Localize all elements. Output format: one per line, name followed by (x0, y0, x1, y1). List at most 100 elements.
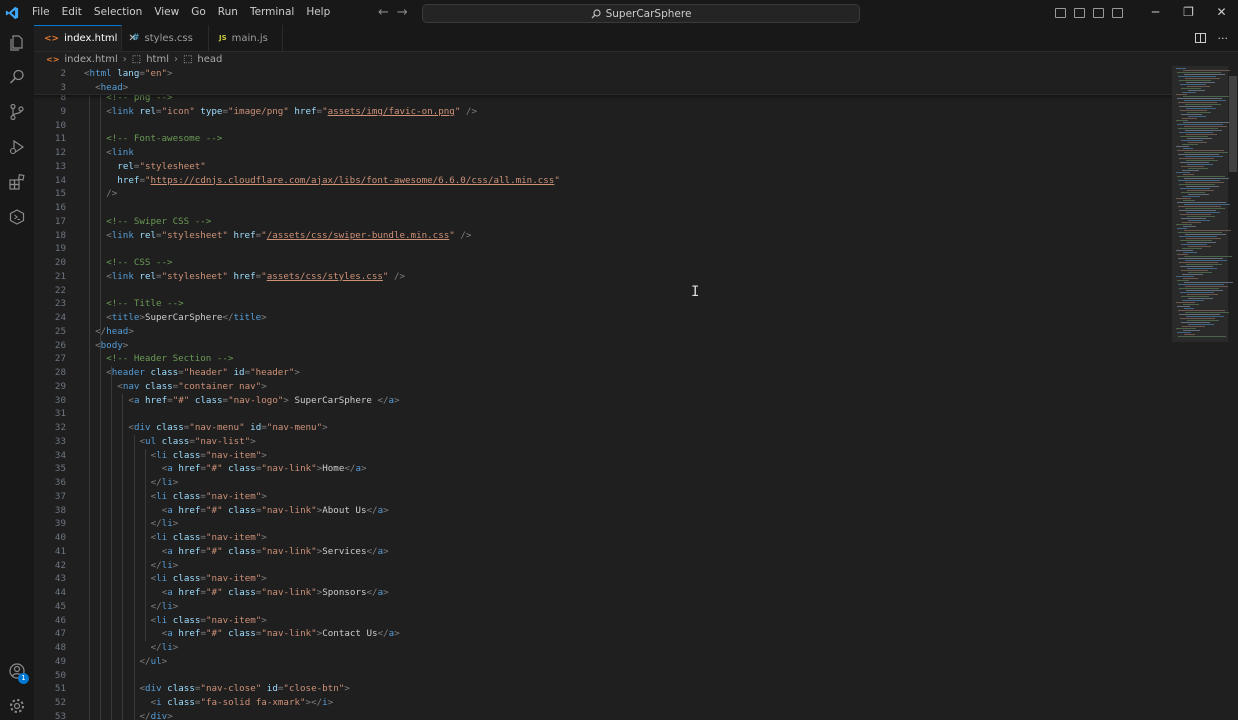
minimap-line (1185, 156, 1223, 157)
menu-selection[interactable]: Selection (88, 0, 148, 25)
sticky-scroll-header[interactable]: 2 <html lang="en"> 3 <head> (34, 66, 1172, 95)
breadcrumb-node-html[interactable]: html (146, 54, 169, 65)
code-line[interactable]: 24 <title>SuperCarSphere</title> (34, 311, 1172, 325)
code-line[interactable]: 52 <i class="fa-solid fa-xmark"></i> (34, 696, 1172, 710)
code-line[interactable]: 10 (34, 119, 1172, 133)
run-debug-icon[interactable] (0, 130, 34, 164)
breadcrumb-file[interactable]: index.html (64, 54, 117, 65)
tab-index-html[interactable]: <> index.html ✕ (34, 25, 137, 51)
code-line[interactable]: 2 <html lang="en"> (34, 67, 1172, 81)
customize-layout-icon[interactable] (1112, 7, 1123, 18)
code-line[interactable]: 3 <head> (34, 81, 1172, 95)
toggle-secondary-sidebar-icon[interactable] (1093, 7, 1104, 18)
code-line[interactable]: 48 </li> (34, 641, 1172, 655)
code-line[interactable]: 17 <!-- Swiper CSS --> (34, 215, 1172, 229)
code-line[interactable]: 16 (34, 201, 1172, 215)
code-line[interactable]: 53 </div> (34, 710, 1172, 720)
accounts-icon[interactable]: 1 (0, 654, 34, 688)
code-line[interactable]: 15 /> (34, 187, 1172, 201)
code-line[interactable]: 23 <!-- Title --> (34, 297, 1172, 311)
menu-run[interactable]: Run (212, 0, 244, 25)
code-line[interactable]: 39 </li> (34, 517, 1172, 531)
scrollbar-thumb[interactable] (1229, 76, 1237, 172)
code-line[interactable]: 26 <body> (34, 339, 1172, 353)
maximize-button[interactable]: ❐ (1172, 0, 1205, 25)
breadcrumb-node-head[interactable]: head (197, 54, 222, 65)
line-number: 41 (54, 545, 66, 557)
code-line[interactable]: 34 <li class="nav-item"> (34, 449, 1172, 463)
code-line[interactable]: 41 <a href="#" class="nav-link">Services<… (34, 545, 1172, 559)
code-line[interactable]: 29 <nav class="container nav"> (34, 380, 1172, 394)
remote-explorer-icon[interactable] (0, 200, 34, 234)
menu-view[interactable]: View (148, 0, 185, 25)
menu-help[interactable]: Help (300, 0, 336, 25)
code-line[interactable]: 14 href="https://cdnjs.cloudflare.com/aja… (34, 174, 1172, 188)
extensions-icon[interactable] (0, 165, 34, 199)
tab-main-js[interactable]: JS main.js (209, 25, 283, 51)
manage-gear-icon[interactable] (0, 689, 34, 720)
code-line[interactable]: 35 <a href="#" class="nav-link">Home</a> (34, 462, 1172, 476)
menu-edit[interactable]: Edit (56, 0, 88, 25)
code-line[interactable]: 42 </li> (34, 559, 1172, 573)
code-line[interactable]: 22 (34, 284, 1172, 298)
code-line[interactable]: 21 <link rel="stylesheet" href="assets/cs… (34, 270, 1172, 284)
code-line[interactable]: 33 <ul class="nav-list"> (34, 435, 1172, 449)
code-line[interactable]: 18 <link rel="stylesheet" href="/assets/c… (34, 229, 1172, 243)
code-line[interactable]: 51 <div class="nav-close" id="close-btn"> (34, 682, 1172, 696)
tab-styles-css[interactable]: # styles.css (122, 25, 209, 51)
forward-arrow-icon[interactable]: → (397, 5, 408, 20)
code-line[interactable]: 19 (34, 242, 1172, 256)
source-control-icon[interactable] (0, 95, 34, 129)
minimize-button[interactable]: ─ (1139, 0, 1172, 25)
code-line[interactable]: 50 (34, 669, 1172, 683)
minimap-line (1184, 126, 1227, 127)
code-line[interactable]: 25</head> (34, 325, 1172, 339)
code-line[interactable]: 45 </li> (34, 600, 1172, 614)
close-window-button[interactable]: ✕ (1205, 0, 1238, 25)
code-line[interactable]: 43 <li class="nav-item"> (34, 572, 1172, 586)
code-line[interactable]: 37 <li class="nav-item"> (34, 490, 1172, 504)
code-line[interactable]: 12 <link (34, 146, 1172, 160)
code-line[interactable]: 47 <a href="#" class="nav-link">Contact U… (34, 627, 1172, 641)
code-line[interactable]: 31 (34, 407, 1172, 421)
command-center-search[interactable]: SuperCarSphere (422, 4, 860, 23)
menu-go[interactable]: Go (185, 0, 212, 25)
code-token: "#" (172, 394, 190, 406)
back-arrow-icon[interactable]: ← (378, 5, 389, 20)
code-line[interactable]: 38 <a href="#" class="nav-link">About Us<… (34, 504, 1172, 518)
more-actions-icon[interactable]: ··· (1218, 32, 1229, 45)
code-line[interactable]: 40 <li class="nav-item"> (34, 531, 1172, 545)
code-line[interactable]: 44 <a href="#" class="nav-link">Sponsors<… (34, 586, 1172, 600)
code-token: About Us (322, 504, 367, 516)
menu-terminal[interactable]: Terminal (244, 0, 300, 25)
code-line[interactable]: 13 rel="stylesheet" (34, 160, 1172, 174)
js-file-icon: JS (219, 34, 227, 42)
vertical-scrollbar[interactable] (1228, 66, 1238, 720)
code-line[interactable]: 20 <!-- CSS --> (34, 256, 1172, 270)
code-line[interactable]: 27 <!-- Header Section --> (34, 352, 1172, 366)
code-line[interactable]: 49 </ul> (34, 655, 1172, 669)
html-file-icon: <> (44, 33, 60, 44)
search-view-icon[interactable] (0, 60, 34, 94)
toggle-panel-icon[interactable] (1074, 7, 1085, 18)
indent-guide (122, 393, 124, 720)
code-line[interactable]: 30 <a href="#" class="nav-logo"> SuperCar… (34, 394, 1172, 408)
line-number: 2 (60, 68, 66, 79)
editor-actions: ··· (1194, 25, 1229, 51)
split-editor-icon[interactable] (1194, 33, 1206, 43)
code-line[interactable]: 46 <li class="nav-item"> (34, 614, 1172, 628)
code-editor[interactable]: 2 <html lang="en"> 3 <head> 8 <!-- png --> 9 <… (34, 66, 1172, 720)
toggle-primary-sidebar-icon[interactable] (1055, 7, 1066, 18)
minimap-line (1177, 332, 1191, 333)
code-line[interactable]: 32 <div class="nav-menu" id="nav-menu"> (34, 421, 1172, 435)
code-line[interactable]: 9 <link rel="icon" type="image/png" href=… (34, 105, 1172, 119)
explorer-icon[interactable] (0, 26, 34, 60)
code-line[interactable]: 11 <!-- Font-awesome --> (34, 132, 1172, 146)
line-number: 15 (54, 188, 66, 200)
minimap[interactable] (1172, 66, 1233, 720)
minimap-line (1181, 114, 1202, 115)
minimap-line (1184, 178, 1229, 179)
code-line[interactable]: 36 </li> (34, 476, 1172, 490)
code-line[interactable]: 28 <header class="header" id="header"> (34, 366, 1172, 380)
menu-file[interactable]: File (26, 0, 56, 25)
